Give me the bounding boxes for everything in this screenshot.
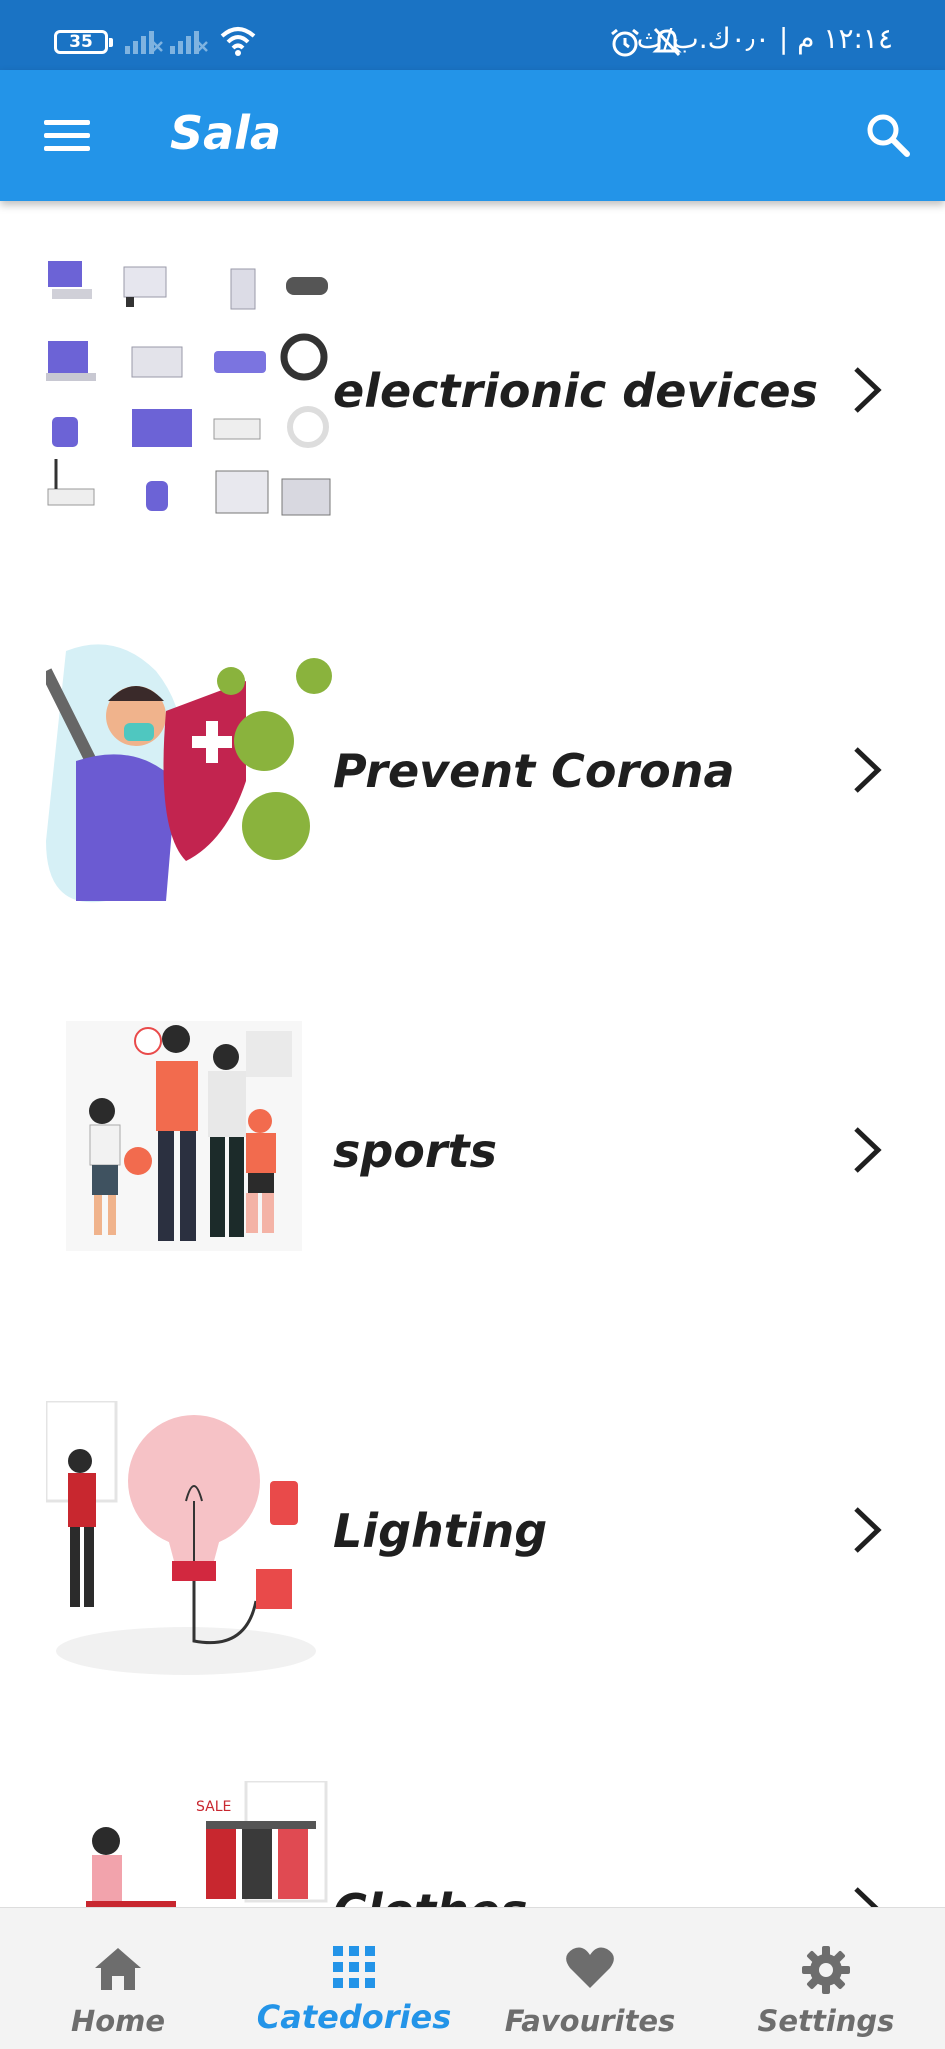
category-item-lighting[interactable]: Lighting [0,1341,945,1721]
search-icon[interactable] [865,112,911,158]
app-title: Sala [170,106,281,160]
category-item-prevent-corona[interactable]: Prevent Corona [0,581,945,961]
prevent-corona-illustration [46,644,332,903]
grid-icon [333,1946,375,1988]
chevron-right-icon [854,367,882,413]
status-time: ١٢:١٤ م | ٠٫٠ك.ب/ث [636,22,893,55]
lighting-illustration [46,1401,316,1675]
battery-icon: 35 [54,30,113,54]
category-item-sports[interactable]: sports [0,961,945,1341]
category-label: Prevent Corona [333,744,735,798]
category-label: Lighting [333,1504,548,1558]
chevron-right-icon [854,1887,879,1907]
svg-text:SALE: SALE [196,1799,231,1815]
electronic-devices-illustration [46,261,331,516]
signal-icon [125,31,163,54]
gear-icon [802,1946,850,1994]
wifi-icon [220,27,256,56]
nav-label-home: Home [70,2004,166,2038]
sports-illustration [66,1021,302,1251]
nav-label-favourites: Favourites [504,2004,676,2038]
signal-icon [170,31,208,54]
menu-icon[interactable] [44,120,90,152]
category-item-electronic-devices[interactable]: electrionic devices [0,201,945,581]
category-label: Clothes [333,1884,527,1907]
category-label: sports [333,1124,497,1178]
nav-item-home[interactable]: Home [0,1908,236,2049]
category-item-clothes[interactable]: SALE Clothes [0,1721,945,1907]
nav-label-settings: Settings [757,2004,895,2038]
category-label: electrionic devices [333,364,818,418]
nav-label-categories: Catedories [256,1998,452,2036]
chevron-right-icon [854,747,882,793]
home-icon [95,1948,141,1990]
nav-item-favourites[interactable]: Favourites [472,1908,708,2049]
status-bar: 35 ١٢:١٤ م | ٠٫٠ك.ب/ث [0,0,945,70]
clothes-illustration: SALE [86,1781,328,1907]
nav-item-categories[interactable]: Catedories [236,1908,472,2049]
heart-icon [566,1947,614,1988]
chevron-right-icon [854,1127,882,1173]
app-bar: Sala [0,70,945,201]
bottom-navigation: Home Catedories Favourites Settings [0,1907,945,2049]
category-list: electrionic devices Prevent Corona sport… [0,201,945,1907]
nav-item-settings[interactable]: Settings [708,1908,944,2049]
chevron-right-icon [854,1507,882,1553]
